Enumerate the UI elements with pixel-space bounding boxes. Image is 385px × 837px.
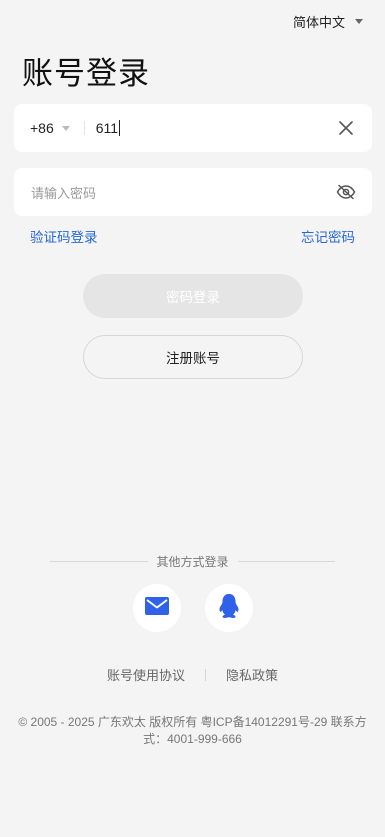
copyright-text: © 2005 - 2025 广东欢太 版权所有 粤ICP备14012291号-2… — [18, 715, 367, 746]
qq-penguin-icon — [218, 593, 240, 624]
footer-links: 账号使用协议 隐私政策 — [0, 665, 385, 684]
divider-line — [237, 561, 336, 562]
language-label: 简体中文 — [292, 15, 345, 30]
language-selector[interactable]: 简体中文 — [293, 12, 363, 31]
page-title: 账号登录 — [22, 56, 150, 91]
register-button[interactable]: 注册账号 — [83, 335, 303, 379]
email-login-button[interactable] — [133, 584, 181, 632]
chevron-down-icon — [355, 19, 363, 24]
eye-off-icon[interactable] — [326, 172, 366, 212]
other-login-divider: 其他方式登录 — [50, 553, 336, 570]
envelope-icon — [145, 596, 169, 620]
user-agreement-link[interactable]: 账号使用协议 — [107, 665, 185, 684]
phone-input-value: 611 — [95, 120, 119, 136]
sms-login-link[interactable]: 验证码登录 — [30, 226, 98, 246]
footer-divider — [205, 668, 206, 681]
password-input[interactable]: 请输入密码 — [14, 183, 326, 202]
clear-icon[interactable] — [326, 108, 366, 148]
password-login-button[interactable]: 密码登录 — [83, 274, 303, 318]
social-login-options — [133, 584, 253, 632]
password-field[interactable]: 请输入密码 — [14, 168, 372, 216]
phone-field[interactable]: +86 611 — [14, 104, 372, 152]
text-cursor — [119, 120, 121, 136]
country-code-selector[interactable]: +86 — [14, 120, 70, 136]
country-code-label: +86 — [30, 120, 54, 136]
other-login-label: 其他方式登录 — [156, 555, 229, 569]
chevron-down-icon — [61, 125, 70, 131]
field-divider — [83, 121, 85, 135]
login-options: 验证码登录 忘记密码 — [30, 226, 355, 246]
qq-login-button[interactable] — [205, 584, 253, 632]
forgot-password-link[interactable]: 忘记密码 — [301, 226, 355, 246]
divider-line — [50, 561, 148, 562]
phone-input[interactable]: 611 — [96, 120, 326, 136]
privacy-policy-link[interactable]: 隐私政策 — [226, 665, 278, 684]
